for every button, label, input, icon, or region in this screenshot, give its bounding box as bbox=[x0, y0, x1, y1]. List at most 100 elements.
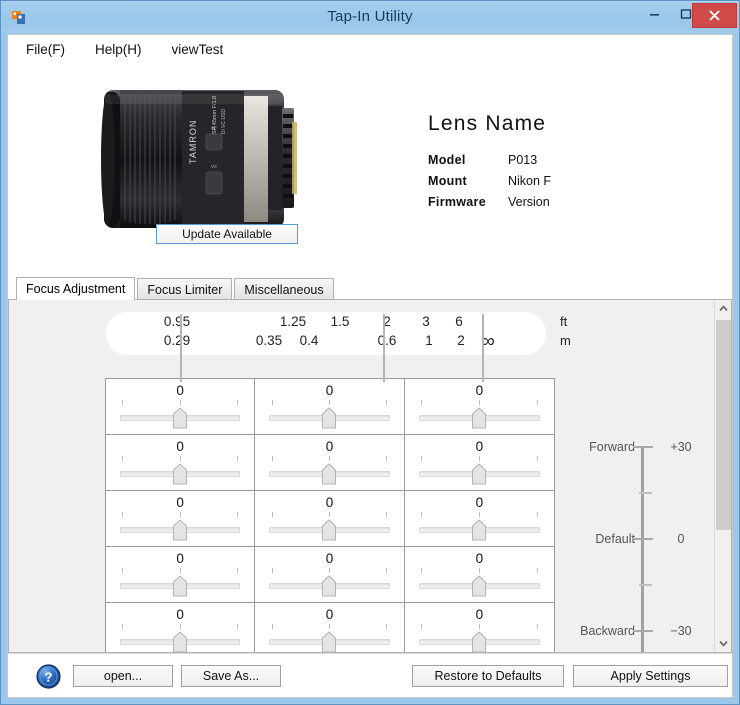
focus-adjustment-slider[interactable] bbox=[418, 456, 540, 485]
slider-tick-left bbox=[421, 456, 423, 461]
bottom-toolbar: ? open... Save As... Restore to Defaults… bbox=[8, 653, 732, 697]
focus-adjustment-slider[interactable] bbox=[418, 400, 540, 429]
slider-tick-center bbox=[180, 400, 182, 405]
scale-m-tick: 0.4 bbox=[299, 333, 319, 348]
slider-row: 0 0 0 bbox=[106, 603, 554, 652]
slider-thumb[interactable] bbox=[322, 463, 337, 485]
slider-tick-right bbox=[236, 400, 238, 405]
slider-thumb[interactable] bbox=[322, 519, 337, 541]
focus-adjustment-slider[interactable] bbox=[269, 512, 390, 541]
slider-tick-center bbox=[479, 512, 481, 517]
spec-value-firmware: Version bbox=[508, 195, 550, 209]
slider-cell: 0 bbox=[255, 547, 405, 603]
adjustment-scale-label: Default bbox=[595, 532, 635, 546]
focus-adjustment-slider[interactable] bbox=[269, 400, 390, 429]
focus-adjustment-slider[interactable] bbox=[418, 624, 540, 652]
svg-text:VC: VC bbox=[211, 164, 218, 169]
lens-header: TAMRON SP 45mm F/1.8 Di VC USD AF VC Len… bbox=[8, 64, 732, 277]
scale-m-tick: 0.35 bbox=[255, 333, 283, 348]
focus-adjustment-grid: 0 0 0 0 0 0 0 0 0 0 0 0 0 0 0 bbox=[105, 378, 555, 652]
tab-focus-limiter[interactable]: Focus Limiter bbox=[137, 278, 233, 300]
spec-value-mount: Nikon F bbox=[508, 174, 552, 188]
menu-item-file[interactable]: File(F) bbox=[26, 42, 65, 57]
slider-thumb[interactable] bbox=[322, 575, 337, 597]
slider-tick-center bbox=[479, 624, 481, 629]
slider-thumb[interactable] bbox=[173, 631, 188, 652]
close-button[interactable] bbox=[692, 3, 737, 28]
spec-row-mount: Mount Nikon F bbox=[428, 171, 718, 192]
slider-thumb[interactable] bbox=[472, 575, 487, 597]
slider-cell: 0 bbox=[106, 491, 256, 547]
slider-tick-right bbox=[536, 456, 538, 461]
focus-adjustment-slider[interactable] bbox=[120, 512, 241, 541]
tab-focus-adjustment[interactable]: Focus Adjustment bbox=[16, 277, 136, 300]
svg-text:Di VC USD: Di VC USD bbox=[221, 109, 227, 134]
tab-miscellaneous[interactable]: Miscellaneous bbox=[234, 278, 334, 300]
adjustment-range-scale: Forward +30 Default 0 Backward −30 bbox=[569, 440, 719, 652]
slider-thumb[interactable] bbox=[322, 407, 337, 429]
focus-adjustment-slider[interactable] bbox=[120, 568, 241, 597]
slider-cell: 0 bbox=[404, 603, 554, 652]
adjustment-scale-value: −30 bbox=[670, 624, 692, 638]
spec-row-firmware: Firmware Version bbox=[428, 192, 718, 213]
slider-tick-right bbox=[236, 624, 238, 629]
lens-photo: TAMRON SP 45mm F/1.8 Di VC USD AF VC bbox=[101, 90, 297, 232]
slider-tick-left bbox=[122, 400, 124, 405]
scale-divider bbox=[482, 314, 484, 382]
focus-adjustment-slider[interactable] bbox=[269, 456, 390, 485]
slider-thumb[interactable] bbox=[173, 463, 188, 485]
scale-m-tick: 0.6 bbox=[377, 333, 397, 348]
slider-tick-left bbox=[271, 624, 273, 629]
scale-ft-tick: 1.25 bbox=[279, 314, 307, 329]
slider-row: 0 0 0 bbox=[106, 435, 554, 491]
slider-tick-right bbox=[236, 568, 238, 573]
restore-to-defaults-button[interactable]: Restore to Defaults bbox=[412, 665, 564, 687]
scroll-down-button[interactable] bbox=[715, 635, 731, 652]
slider-thumb[interactable] bbox=[472, 463, 487, 485]
scale-m-tick: 1 bbox=[425, 333, 433, 348]
focus-adjustment-slider[interactable] bbox=[418, 512, 540, 541]
scroll-up-button[interactable] bbox=[715, 300, 731, 317]
focus-adjustment-slider[interactable] bbox=[120, 624, 241, 652]
close-icon bbox=[709, 10, 720, 21]
spec-value-model: P013 bbox=[508, 153, 538, 167]
slider-tick-left bbox=[271, 400, 273, 405]
open-button[interactable]: open... bbox=[73, 665, 173, 687]
scrollbar-thumb[interactable] bbox=[716, 320, 731, 530]
slider-tick-center bbox=[479, 568, 481, 573]
apply-settings-button[interactable]: Apply Settings bbox=[573, 665, 728, 687]
slider-tick-center bbox=[180, 512, 182, 517]
help-question-icon[interactable]: ? bbox=[36, 664, 61, 689]
adjustment-scale-tick bbox=[633, 630, 653, 632]
slider-thumb[interactable] bbox=[173, 575, 188, 597]
slider-thumb[interactable] bbox=[173, 407, 188, 429]
slider-thumb[interactable] bbox=[472, 631, 487, 652]
unit-label-feet: ft bbox=[560, 314, 568, 329]
adjustment-scale-label: Backward bbox=[580, 624, 635, 638]
spec-key-firmware: Firmware bbox=[428, 195, 486, 209]
slider-thumb[interactable] bbox=[472, 519, 487, 541]
slider-tick-right bbox=[536, 400, 538, 405]
slider-thumb[interactable] bbox=[322, 631, 337, 652]
slider-tick-center bbox=[180, 456, 182, 461]
slider-thumb[interactable] bbox=[472, 407, 487, 429]
panel-scrollbar[interactable] bbox=[714, 300, 731, 652]
adjustment-scale-row bbox=[569, 578, 719, 592]
slider-tick-right bbox=[236, 456, 238, 461]
focus-adjustment-slider[interactable] bbox=[269, 624, 390, 652]
focus-adjustment-slider[interactable] bbox=[418, 568, 540, 597]
slider-tick-right bbox=[536, 568, 538, 573]
save-as-button[interactable]: Save As... bbox=[181, 665, 281, 687]
scale-divider bbox=[180, 314, 182, 382]
menu-item-viewtest[interactable]: viewTest bbox=[172, 42, 224, 57]
slider-thumb[interactable] bbox=[173, 519, 188, 541]
focus-adjustment-slider[interactable] bbox=[120, 456, 241, 485]
minimize-button[interactable] bbox=[639, 1, 670, 26]
focus-adjustment-slider[interactable] bbox=[269, 568, 390, 597]
minimize-icon bbox=[650, 14, 659, 16]
menu-item-help[interactable]: Help(H) bbox=[95, 42, 142, 57]
distance-scale-feet-row: 0.95 1.25 1.5 2 3 6 bbox=[106, 314, 546, 334]
update-available-button[interactable]: Update Available bbox=[156, 224, 298, 244]
slider-tick-center bbox=[180, 568, 182, 573]
focus-adjustment-slider[interactable] bbox=[120, 400, 241, 429]
